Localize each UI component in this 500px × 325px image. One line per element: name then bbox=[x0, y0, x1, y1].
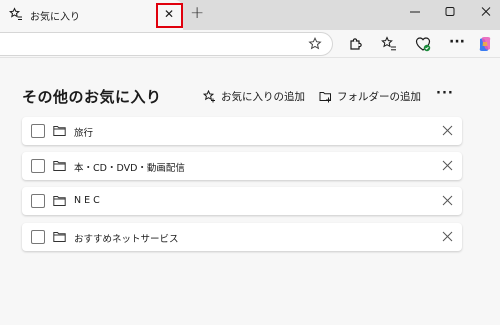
folder-label: おすすめネットサービス bbox=[74, 234, 179, 245]
toolbar: ··· bbox=[0, 30, 500, 58]
remove-icon[interactable] bbox=[442, 160, 453, 171]
maximize-icon[interactable] bbox=[440, 4, 460, 20]
row-checkbox[interactable] bbox=[31, 194, 45, 208]
remove-icon[interactable] bbox=[442, 231, 453, 242]
add-favorite-icon bbox=[203, 90, 215, 103]
minimize-icon[interactable] bbox=[405, 4, 425, 20]
folder-icon bbox=[53, 232, 66, 242]
folder-row[interactable]: 本・CD・DVD・動画配信 bbox=[22, 152, 462, 180]
add-favorite-label: お気に入りの追加 bbox=[221, 91, 305, 103]
favorites-icon[interactable] bbox=[381, 36, 397, 52]
add-favorite-button[interactable]: お気に入りの追加 bbox=[203, 89, 305, 104]
window-close-icon[interactable] bbox=[476, 4, 496, 20]
folder-row[interactable]: おすすめネットサービス bbox=[22, 223, 462, 251]
folder-label: N E C bbox=[74, 195, 100, 206]
favorites-star-list-icon bbox=[9, 7, 22, 20]
settings-more-icon[interactable]: ··· bbox=[449, 34, 465, 50]
row-checkbox[interactable] bbox=[31, 159, 45, 173]
folder-icon bbox=[53, 196, 66, 206]
row-checkbox[interactable] bbox=[31, 230, 45, 244]
tab-close-button[interactable]: ✕ bbox=[164, 8, 174, 20]
folder-icon bbox=[53, 126, 66, 136]
add-folder-icon bbox=[319, 92, 331, 103]
page-title: その他のお気に入り bbox=[22, 88, 162, 106]
copilot-icon[interactable] bbox=[477, 36, 493, 52]
browser-essentials-icon[interactable] bbox=[415, 36, 431, 52]
tab-title: お気に入り bbox=[30, 12, 80, 23]
folder-label: 本・CD・DVD・動画配信 bbox=[74, 163, 185, 174]
add-favorite-star-icon[interactable] bbox=[308, 37, 322, 51]
folder-label: 旅行 bbox=[74, 128, 94, 139]
address-bar[interactable] bbox=[0, 32, 333, 56]
add-folder-button[interactable]: フォルダーの追加 bbox=[319, 89, 421, 104]
extensions-puzzle-icon[interactable] bbox=[347, 36, 363, 52]
row-checkbox[interactable] bbox=[31, 124, 45, 138]
more-options-button[interactable]: ··· bbox=[436, 86, 454, 101]
new-tab-button[interactable]: + bbox=[190, 5, 204, 22]
tab-strip: お気に入り ✕ + bbox=[0, 0, 500, 30]
folder-row[interactable]: N E C bbox=[22, 187, 462, 215]
add-folder-label: フォルダーの追加 bbox=[337, 91, 421, 103]
folder-icon bbox=[53, 161, 66, 171]
tab-favorites[interactable]: お気に入り ✕ bbox=[0, 0, 183, 30]
remove-icon[interactable] bbox=[442, 125, 453, 136]
folder-row[interactable]: 旅行 bbox=[22, 117, 462, 145]
remove-icon[interactable] bbox=[442, 195, 453, 206]
